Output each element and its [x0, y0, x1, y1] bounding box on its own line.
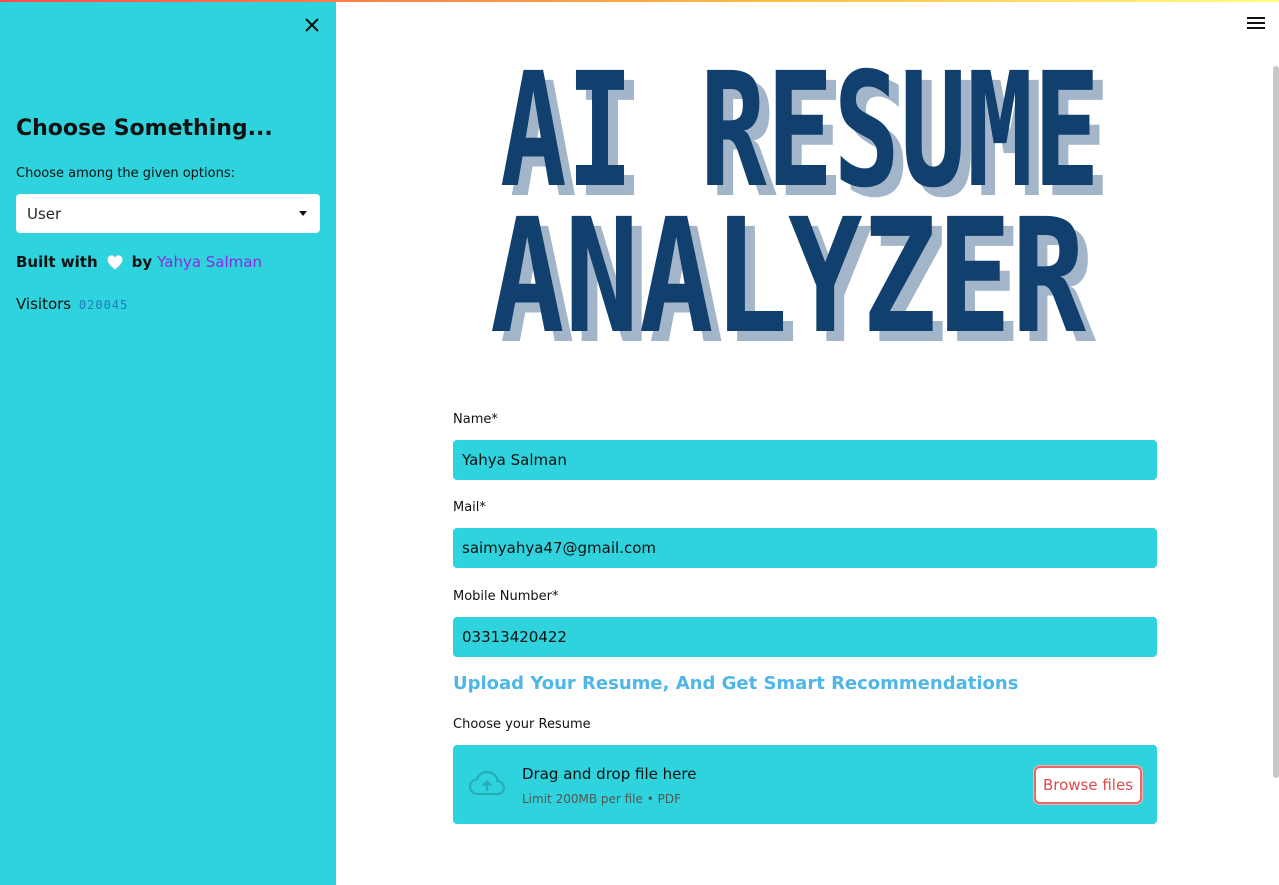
upload-heading: Upload Your Resume, And Get Smart Recomm… — [453, 673, 1019, 694]
select-label: Choose among the given options: — [16, 166, 235, 181]
visitors-label: Visitors — [16, 295, 72, 313]
mobile-label: Mobile Number* — [453, 589, 559, 604]
role-select-value: User — [27, 204, 62, 223]
mail-label: Mail* — [453, 500, 486, 515]
dropzone-title: Drag and drop file here — [522, 765, 697, 783]
built-with-text: Built with — [16, 253, 98, 271]
mail-field[interactable] — [453, 528, 1157, 568]
app-logo-banner: AI RESUME AI RESUME ANALYZER ANALYZER — [486, 62, 1126, 352]
close-sidebar-button[interactable] — [302, 15, 322, 35]
mobile-field[interactable] — [453, 617, 1157, 657]
chevron-down-icon — [299, 211, 307, 216]
sidebar: Choose Something... Choose among the giv… — [0, 0, 336, 885]
name-field[interactable] — [453, 440, 1157, 480]
resume-dropzone[interactable]: Drag and drop file here Limit 200MB per … — [453, 745, 1157, 824]
white-heart-icon — [107, 255, 123, 270]
resume-label: Choose your Resume — [453, 717, 591, 732]
main-menu-button[interactable] — [1247, 17, 1265, 31]
built-with-credit: Built with by Yahya Salman — [16, 253, 262, 271]
sidebar-heading: Choose Something... — [16, 116, 273, 141]
banner-line2: ANALYZER — [490, 185, 1087, 352]
scrollbar[interactable] — [1273, 66, 1279, 778]
author-link[interactable]: Yahya Salman — [157, 253, 262, 271]
name-label: Name* — [453, 412, 498, 427]
role-select[interactable]: User — [16, 194, 320, 233]
top-decoration-bar — [0, 0, 1279, 2]
visitors-counter: Visitors 020045 — [16, 295, 128, 313]
browse-files-button[interactable]: Browse files — [1034, 766, 1142, 804]
close-icon — [305, 18, 319, 32]
built-by-text: by — [131, 253, 153, 271]
hamburger-menu-icon — [1247, 17, 1265, 29]
cloud-upload-icon — [468, 770, 506, 796]
visitors-count: 020045 — [78, 298, 129, 312]
dropzone-subtitle: Limit 200MB per file • PDF — [522, 792, 681, 806]
